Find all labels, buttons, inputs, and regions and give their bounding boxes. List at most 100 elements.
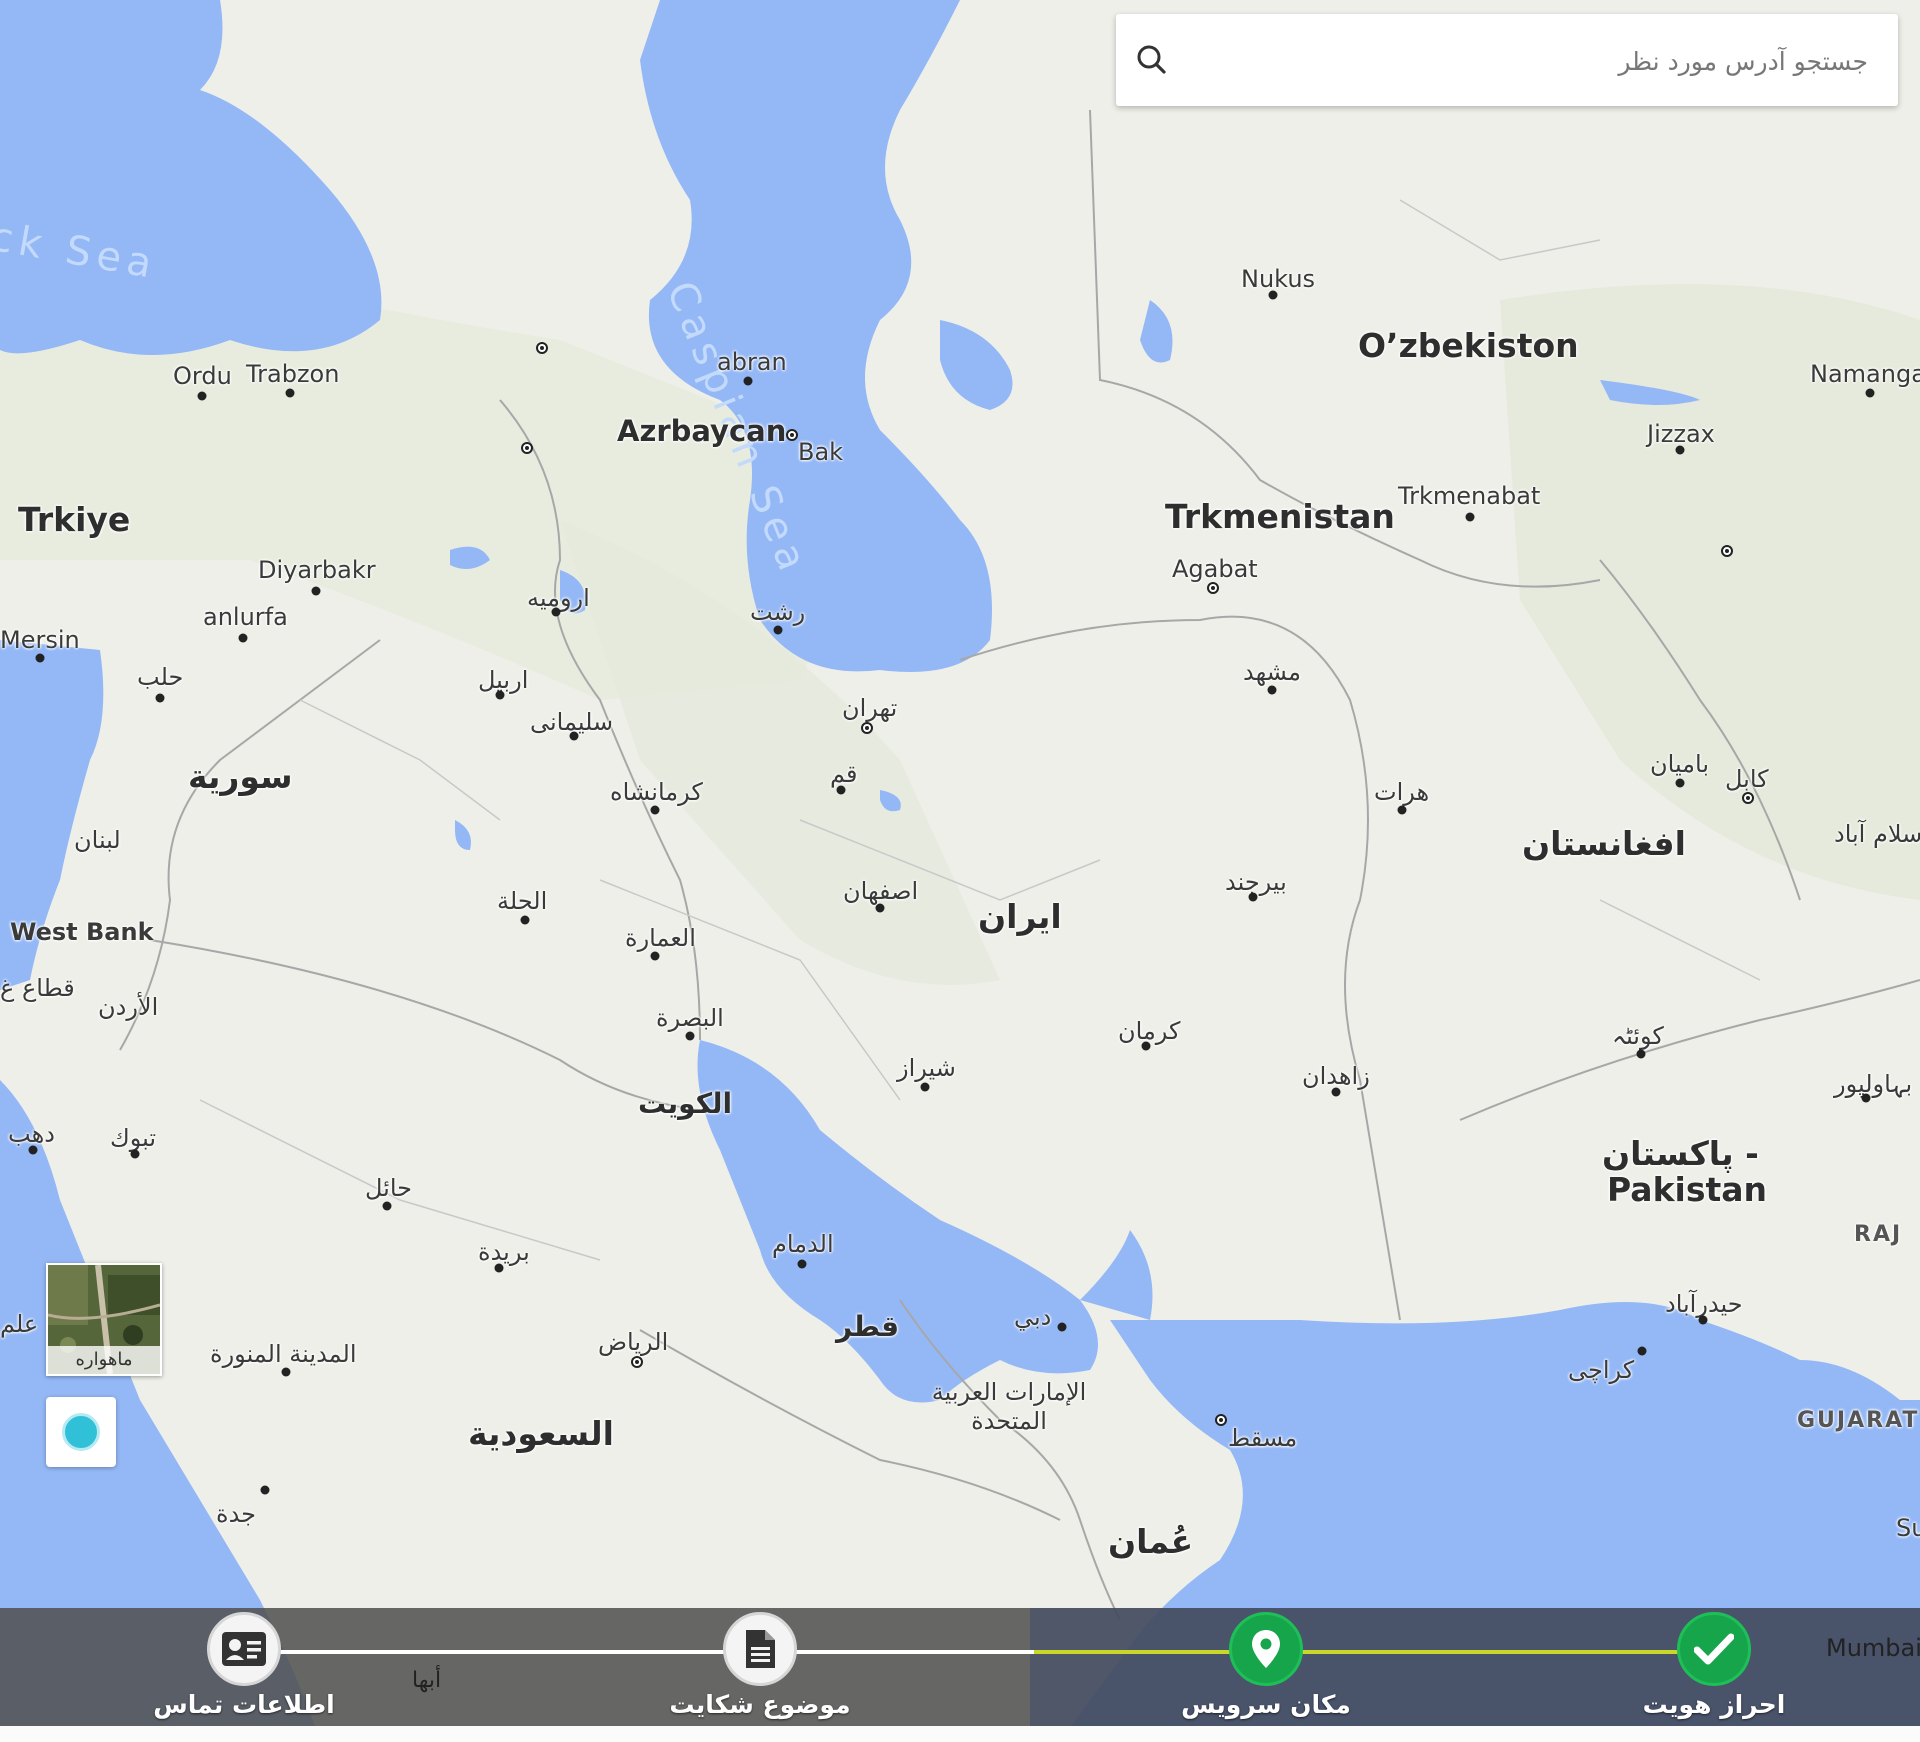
city-label-ordu: Ordu bbox=[173, 362, 232, 390]
city-marker bbox=[773, 625, 783, 635]
city-marker bbox=[281, 1367, 291, 1377]
progress-stepper: Mumbai أبها اطلاعات تماس موضوع شکایت مکا… bbox=[0, 1608, 1920, 1726]
bottom-strip bbox=[0, 1726, 1920, 1742]
city-label-surat: Su bbox=[1896, 1514, 1920, 1542]
map-canvas[interactable] bbox=[0, 0, 1920, 1742]
city-marker bbox=[155, 693, 165, 703]
capital-marker bbox=[1207, 582, 1219, 594]
city-marker bbox=[1865, 388, 1875, 398]
city-marker bbox=[920, 1082, 930, 1092]
city-marker bbox=[1698, 1315, 1708, 1325]
capital-marker bbox=[521, 442, 533, 454]
city-marker bbox=[1861, 1093, 1871, 1103]
country-label-afghanistan: افغانستان bbox=[1522, 824, 1686, 863]
region-label-rajasthan: RAJ bbox=[1854, 1222, 1903, 1247]
step-contact-info[interactable]: اطلاعات تماس bbox=[134, 1608, 354, 1726]
city-marker bbox=[311, 586, 321, 596]
country-label-uae: الإمارات العربية المتحدة bbox=[931, 1378, 1087, 1435]
city-label-amarah: العمارة bbox=[625, 924, 696, 952]
city-label-bahawalpur: بہاولپور bbox=[1834, 1070, 1913, 1098]
city-marker bbox=[1331, 1087, 1341, 1097]
city-label-jizzax: Jizzax bbox=[1647, 420, 1715, 448]
city-label-kermanshah: کرمانشاه bbox=[610, 778, 703, 806]
country-label-qatar: قطر bbox=[836, 1310, 900, 1343]
city-label-tabuk: تبوك bbox=[110, 1124, 157, 1152]
city-marker bbox=[1057, 1322, 1067, 1332]
city-marker bbox=[875, 903, 885, 913]
city-label-mumbai: Mumbai bbox=[1826, 1634, 1920, 1662]
country-label-oman: عُمان bbox=[1108, 1522, 1194, 1561]
city-label-abha: أبها bbox=[412, 1668, 442, 1693]
city-label-isfahan: اصفهان bbox=[843, 877, 919, 905]
city-label-karachi: کراچی bbox=[1568, 1356, 1635, 1384]
city-marker bbox=[1465, 512, 1475, 522]
city-label-jeddah: جدة bbox=[216, 1500, 257, 1528]
city-label-abran: abran bbox=[717, 348, 787, 376]
search-input[interactable] bbox=[1196, 34, 1870, 88]
city-label-aleppo: حلب bbox=[137, 663, 184, 691]
city-label-basra: البصرة bbox=[656, 1004, 724, 1032]
city-label-dammam: الدمام bbox=[772, 1230, 834, 1258]
region-label-gaza: قطاع غ bbox=[0, 974, 75, 1002]
city-marker bbox=[1675, 778, 1685, 788]
step-service-location[interactable]: مکان سرویس bbox=[1156, 1608, 1376, 1726]
city-marker bbox=[650, 951, 660, 961]
city-label-mersin: Mersin bbox=[0, 626, 80, 654]
country-label-pakistan-urdu: پاکستان - bbox=[1602, 1134, 1759, 1173]
country-label-kuwait: الكويت bbox=[638, 1087, 733, 1120]
search-icon[interactable] bbox=[1132, 40, 1172, 80]
city-label-qom: قم bbox=[830, 760, 858, 788]
step-label: موضوع شکایت bbox=[669, 1690, 851, 1719]
city-label-riyadh: الرياض bbox=[598, 1328, 669, 1356]
city-marker bbox=[285, 388, 295, 398]
city-marker bbox=[1267, 685, 1277, 695]
city-marker bbox=[260, 1485, 270, 1495]
step-identity-verification[interactable]: احراز هویت bbox=[1604, 1608, 1824, 1726]
step-complaint-subject[interactable]: موضوع شکایت bbox=[650, 1608, 870, 1726]
city-label-herat: هرات bbox=[1374, 778, 1430, 806]
satellite-label: ماهواره bbox=[48, 1346, 160, 1374]
city-label-alam: علم bbox=[0, 1310, 39, 1338]
city-marker bbox=[685, 1031, 695, 1041]
city-label-hillah: الحلة bbox=[497, 887, 548, 915]
city-label-trabzon: Trabzon bbox=[246, 360, 340, 388]
city-marker bbox=[238, 633, 248, 643]
city-marker bbox=[650, 805, 660, 815]
capital-marker bbox=[1721, 545, 1733, 557]
address-search-box[interactable] bbox=[1116, 14, 1898, 106]
city-label-birjand: بیرجند bbox=[1225, 868, 1287, 896]
city-label-baku: Bak bbox=[798, 438, 844, 466]
city-marker bbox=[743, 376, 753, 386]
city-marker bbox=[1248, 892, 1258, 902]
city-marker bbox=[1268, 290, 1278, 300]
city-marker bbox=[197, 391, 207, 401]
country-label-syria: سورية bbox=[188, 757, 293, 796]
city-label-dubai: دبي bbox=[1014, 1303, 1052, 1331]
city-marker bbox=[28, 1145, 38, 1155]
country-label-iran: ایران bbox=[978, 897, 1062, 936]
country-label-uzbekistan: O’zbekiston bbox=[1358, 326, 1579, 365]
city-label-ashgabat: Agabat bbox=[1172, 555, 1258, 583]
country-label-pakistan: Pakistan bbox=[1607, 1170, 1768, 1209]
my-location-button[interactable] bbox=[46, 1397, 116, 1467]
country-label-saudi-arabia: السعودية bbox=[468, 1414, 614, 1453]
city-marker bbox=[1141, 1041, 1151, 1051]
capital-marker bbox=[786, 429, 798, 441]
city-label-madinah: المدينة المنورة bbox=[210, 1340, 357, 1368]
step-connector-todo bbox=[244, 1650, 1034, 1654]
satellite-layer-toggle[interactable]: ماهواره bbox=[46, 1263, 162, 1376]
capital-marker bbox=[1215, 1414, 1227, 1426]
city-marker bbox=[1675, 445, 1685, 455]
city-marker bbox=[495, 690, 505, 700]
capital-marker bbox=[631, 1356, 643, 1368]
capital-marker bbox=[861, 722, 873, 734]
city-label-lebanon: لبنان bbox=[74, 826, 121, 854]
country-label-turkmenistan: Trkmenistan bbox=[1165, 497, 1395, 536]
city-label-mashhad: مشهد bbox=[1243, 658, 1301, 686]
city-label-islamabad: سلام آباد bbox=[1834, 820, 1920, 848]
city-label-kabul: کابل bbox=[1725, 765, 1769, 793]
capital-marker bbox=[1742, 792, 1754, 804]
contact-card-icon bbox=[222, 1632, 266, 1666]
step-label: اطلاعات تماس bbox=[153, 1690, 335, 1719]
city-label-turkmenabat: Trkmenabat bbox=[1398, 482, 1541, 510]
